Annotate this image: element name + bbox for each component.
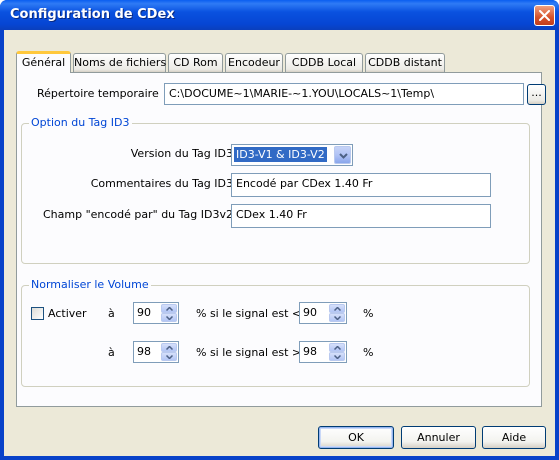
browse-button[interactable]: ... (527, 84, 546, 105)
ok-button[interactable]: OK (318, 426, 394, 449)
row2-target-down-button[interactable] (161, 352, 177, 361)
arrow-up-icon (334, 307, 341, 311)
row1-unit-label: % (363, 307, 374, 320)
id3-encoded-by-label: Champ "encodé par" du Tag ID3v2 (42, 208, 233, 221)
row1-target-value[interactable]: 90 (137, 306, 151, 319)
row2-target-spin-buttons[interactable] (161, 343, 177, 361)
id3-options-group: Option du Tag ID3 Version du Tag ID3 ID3… (21, 116, 530, 264)
row1-target-down-button[interactable] (161, 313, 177, 322)
arrow-up-icon (166, 346, 173, 350)
normalize-activate-label[interactable]: Activer (48, 307, 87, 320)
id3-group-title: Option du Tag ID3 (29, 116, 132, 129)
row2-unit-label: % (363, 346, 374, 359)
arrow-up-icon (166, 307, 173, 311)
dialog-client-area: Général Noms de fichiers CD Rom Encodeur… (4, 30, 555, 456)
temp-dir-label: Répertoire temporaire (37, 87, 159, 100)
cancel-button[interactable]: Annuler (401, 426, 476, 449)
normalize-volume-group: Normaliser le Volume Activer à 90 % si l… (21, 278, 530, 387)
row1-target-spinner[interactable]: 90 (133, 302, 179, 324)
row2-threshold-up-button[interactable] (329, 343, 345, 352)
tab-cddb-local[interactable]: CDDB Local (285, 53, 363, 72)
row2-threshold-value[interactable]: 98 (303, 345, 317, 358)
row1-a-label: à (108, 307, 115, 320)
row1-condition-label: % si le signal est < (196, 307, 302, 320)
temp-dir-input[interactable]: C:\DOCUME~1\MARIE-~1.YOU\LOCALS~1\Temp\ (164, 83, 524, 105)
row2-a-label: à (108, 346, 115, 359)
arrow-up-icon (334, 346, 341, 350)
id3-version-dropdown-button[interactable] (334, 146, 351, 164)
dialog-window: Configuration de CDex Général Noms de fi… (0, 0, 559, 460)
row1-threshold-spin-buttons[interactable] (329, 304, 345, 322)
row1-threshold-spinner[interactable]: 90 (299, 302, 347, 324)
arrow-down-icon (334, 355, 341, 359)
id3-version-label: Version du Tag ID3 (130, 147, 233, 160)
normalize-group-title: Normaliser le Volume (29, 278, 151, 291)
close-icon (539, 10, 550, 21)
arrow-down-icon (166, 316, 173, 320)
row2-threshold-spin-buttons[interactable] (329, 343, 345, 361)
close-button[interactable] (534, 5, 555, 26)
tab-general[interactable]: Général (16, 51, 71, 73)
id3-version-value: ID3-V1 & ID3-V2 (234, 147, 327, 162)
tab-file-names[interactable]: Noms de fichiers (73, 53, 166, 72)
arrow-down-icon (334, 316, 341, 320)
chevron-down-icon (339, 153, 348, 159)
tab-cd-rom[interactable]: CD Rom (168, 53, 223, 72)
id3-version-select[interactable]: ID3-V1 & ID3-V2 (231, 144, 353, 166)
row1-threshold-value[interactable]: 90 (303, 306, 317, 319)
arrow-down-icon (166, 355, 173, 359)
help-button[interactable]: Aide (482, 426, 546, 449)
row2-threshold-spinner[interactable]: 98 (299, 341, 347, 363)
row1-threshold-down-button[interactable] (329, 313, 345, 322)
normalize-activate-checkbox[interactable] (31, 307, 44, 320)
id3-encoded-by-input[interactable]: CDex 1.40 Fr (231, 204, 491, 228)
row2-target-spinner[interactable]: 98 (133, 341, 179, 363)
tab-cddb-remote[interactable]: CDDB distant (365, 53, 445, 72)
window-title: Configuration de CDex (10, 7, 175, 22)
tab-panel-general: Répertoire temporaire C:\DOCUME~1\MARIE-… (16, 72, 546, 407)
row2-target-up-button[interactable] (161, 343, 177, 352)
id3-comments-input[interactable]: Encodé par CDex 1.40 Fr (231, 173, 491, 197)
tab-encoder[interactable]: Encodeur (225, 53, 283, 72)
row1-threshold-up-button[interactable] (329, 304, 345, 313)
id3-comments-label: Commentaires du Tag ID3 (90, 177, 233, 190)
row1-target-up-button[interactable] (161, 304, 177, 313)
row2-threshold-down-button[interactable] (329, 352, 345, 361)
row2-target-value[interactable]: 98 (137, 345, 151, 358)
row1-target-spin-buttons[interactable] (161, 304, 177, 322)
title-bar[interactable]: Configuration de CDex (0, 0, 559, 30)
row2-condition-label: % si le signal est > (196, 346, 302, 359)
